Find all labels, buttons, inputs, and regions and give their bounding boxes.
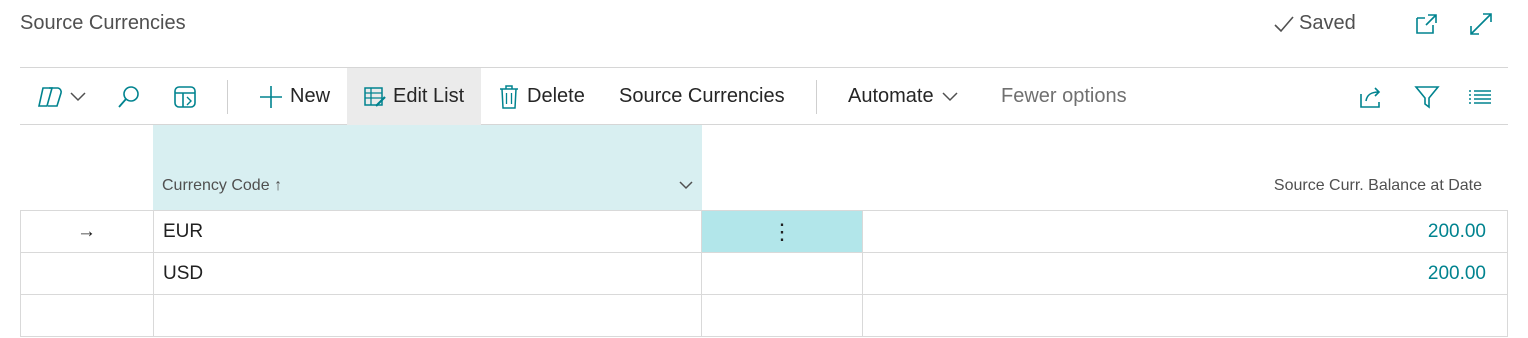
checkmark-icon — [1274, 15, 1294, 32]
chevron-down-icon[interactable] — [678, 180, 694, 192]
edit-list-icon — [364, 86, 386, 107]
chevron-down-icon — [942, 91, 958, 101]
action-bar: New Edit List Delete Source Currencies A… — [20, 67, 1508, 125]
list-view-button[interactable] — [1468, 68, 1496, 125]
cell-balance[interactable]: 200.00 — [862, 211, 1486, 252]
edit-list-button-label: Edit List — [393, 85, 465, 107]
search-icon — [118, 85, 139, 108]
grid-line — [862, 210, 863, 337]
column-header-balance[interactable]: Source Curr. Balance at Date — [862, 125, 1482, 210]
table-row-empty[interactable] — [20, 294, 1508, 337]
automate-menu-label: Automate — [848, 85, 934, 107]
analyze-icon — [174, 85, 196, 108]
expand-icon[interactable] — [1467, 10, 1495, 38]
saved-status: Saved — [1272, 12, 1356, 35]
toolbar-separator — [227, 80, 228, 114]
column-header-currency-code-label: Currency Code — [162, 177, 270, 194]
new-button-label: New — [290, 85, 331, 107]
share-icon — [1360, 86, 1381, 108]
grid-line — [153, 210, 154, 337]
table-row[interactable]: USD 200.00 — [20, 252, 1508, 294]
table-row[interactable]: → EUR ⋮ 200.00 — [20, 210, 1508, 252]
open-new-window-icon[interactable] — [1413, 10, 1441, 38]
source-currencies-action[interactable]: Source Currencies — [619, 68, 785, 125]
cell-currency-code[interactable]: EUR — [163, 211, 683, 252]
list-icon — [1469, 89, 1491, 104]
new-button[interactable]: New — [248, 68, 340, 125]
delete-button-label: Delete — [527, 85, 585, 107]
automate-menu[interactable]: Automate — [848, 68, 960, 125]
page-title: Source Currencies — [20, 12, 186, 34]
analyze-button[interactable] — [172, 68, 200, 125]
toolbar-separator — [816, 80, 817, 114]
currencies-table: Currency Code ↑ Source Curr. Balance at … — [20, 125, 1508, 337]
fewer-options-button[interactable]: Fewer options — [1001, 68, 1127, 125]
saved-label: Saved — [1299, 12, 1356, 34]
delete-button[interactable]: Delete — [498, 68, 595, 125]
share-button[interactable] — [1358, 68, 1386, 125]
edit-list-button[interactable]: Edit List — [347, 68, 481, 125]
cell-balance[interactable]: 200.00 — [862, 253, 1486, 294]
grid-line — [1507, 210, 1508, 337]
row-selected-marker: → — [77, 220, 96, 242]
copilot-icon — [38, 86, 62, 107]
plus-icon — [260, 85, 282, 108]
row-menu-button[interactable]: ⋮ — [702, 211, 862, 252]
trash-icon — [500, 84, 518, 109]
cell-currency-code[interactable]: USD — [163, 253, 683, 294]
column-header-currency-code[interactable]: Currency Code ↑ — [153, 125, 702, 210]
copilot-button[interactable] — [36, 68, 92, 125]
filter-icon — [1414, 85, 1440, 109]
grid-line — [20, 210, 21, 337]
row-selected-marker — [20, 253, 153, 294]
search-button[interactable] — [116, 68, 144, 125]
column-header-balance-label: Source Curr. Balance at Date — [1273, 177, 1482, 194]
filter-button[interactable] — [1414, 68, 1442, 125]
sort-ascending-indicator: ↑ — [274, 177, 283, 194]
chevron-down-icon — [70, 91, 86, 101]
grid-line — [701, 210, 702, 337]
